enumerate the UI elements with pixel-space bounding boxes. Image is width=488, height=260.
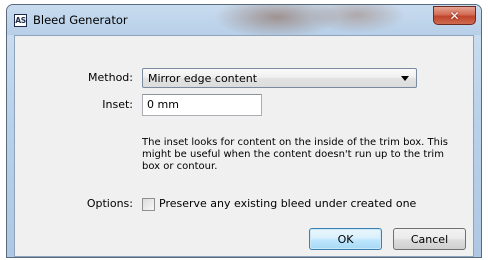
cancel-button[interactable]: Cancel xyxy=(393,228,466,250)
bleed-generator-window: AS Bleed Generator ✕ Method: Mirror edge… xyxy=(6,4,482,258)
app-logo-icon: AS xyxy=(14,14,27,27)
window-title: Bleed Generator xyxy=(33,13,128,27)
options-label: Options: xyxy=(86,197,133,210)
method-label: Method: xyxy=(88,71,133,84)
method-dropdown[interactable]: Mirror edge content xyxy=(142,68,417,88)
title-bar[interactable]: AS Bleed Generator ✕ xyxy=(7,5,481,35)
preserve-bleed-checkbox[interactable] xyxy=(142,198,155,211)
dialog-body: Method: Mirror edge content Inset: 0 mm … xyxy=(14,35,474,257)
close-button[interactable]: ✕ xyxy=(433,6,476,25)
app-logo-text: AS xyxy=(15,15,26,25)
inset-description: The inset looks for content on the insid… xyxy=(142,137,448,172)
inset-input[interactable]: 0 mm xyxy=(142,94,262,116)
preserve-bleed-label[interactable]: Preserve any existing bleed under create… xyxy=(159,197,416,210)
method-selected-value: Mirror edge content xyxy=(148,72,258,85)
chevron-down-icon xyxy=(401,76,409,81)
ok-button[interactable]: OK xyxy=(309,228,382,250)
inset-label: Inset: xyxy=(102,98,133,111)
close-icon: ✕ xyxy=(449,8,460,23)
